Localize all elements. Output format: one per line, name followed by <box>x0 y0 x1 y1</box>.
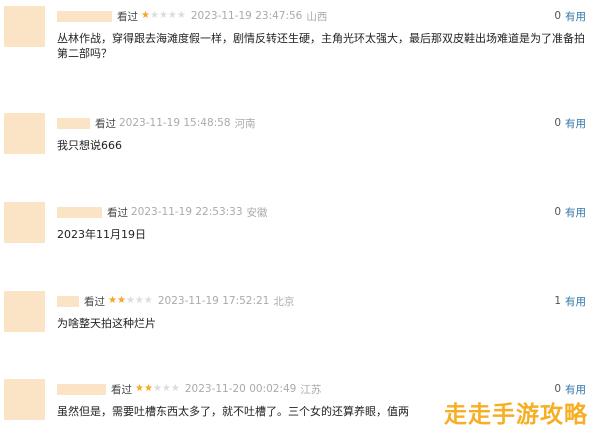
comment-location: 北京 <box>273 295 295 308</box>
useful-link[interactable]: 有用 <box>565 116 586 131</box>
comment-text: 2023年11月19日 <box>57 228 146 241</box>
star-icon: ★ <box>141 10 150 21</box>
star-icon: ★ <box>116 295 126 306</box>
star-icon: ★ <box>134 295 144 306</box>
star-icon: ★ <box>176 10 186 21</box>
watched-label: 看过 <box>117 10 138 23</box>
comment-text: 为啥整天拍这种烂片 <box>57 317 156 330</box>
vote-count: 0 <box>554 117 561 129</box>
vote-area: 0 有用 <box>554 205 586 219</box>
avatar[interactable] <box>4 113 45 154</box>
avatar[interactable] <box>4 202 45 243</box>
watermark-logo: 走走手游攻略 <box>444 402 588 428</box>
comment-location: 江苏 <box>300 383 322 396</box>
avatar[interactable] <box>4 291 45 332</box>
comment-location: 安徽 <box>246 206 268 219</box>
watched-label: 看过 <box>95 117 116 130</box>
comment-location: 山西 <box>306 10 328 23</box>
star-icon: ★ <box>158 10 168 21</box>
star-icon: ★ <box>149 10 159 21</box>
comment-time: 2023-11-19 23:47:56 <box>190 10 303 22</box>
comment-location: 河南 <box>234 117 256 130</box>
username[interactable] <box>57 117 90 129</box>
watched-label: 看过 <box>84 295 105 308</box>
vote-count: 0 <box>554 206 561 218</box>
star-icon: ★ <box>167 10 177 21</box>
comment-meta: 看过 ★ ★ ★ ★ ★ 2023-11-19 17:52:21 北京 <box>57 294 294 308</box>
watched-label: 看过 <box>111 383 132 396</box>
comment-text: 丛林作战，穿得跟去海滩度假一样，剧情反转还生硬，主角光环太强大，最后那双皮鞋出场… <box>57 32 585 60</box>
useful-link[interactable]: 有用 <box>565 9 586 24</box>
comment-time: 2023-11-19 17:52:21 <box>157 295 270 307</box>
vote-area: 0 有用 <box>554 116 586 130</box>
rating-stars: ★ ★ ★ ★ ★ <box>135 384 180 394</box>
comment-time: 2023-11-19 22:53:33 <box>131 206 243 218</box>
avatar[interactable] <box>4 379 45 420</box>
vote-area: 0 有用 <box>554 382 586 396</box>
avatar[interactable] <box>4 6 45 47</box>
comment-meta: 看过 2023-11-19 22:53:33 安徽 <box>57 205 268 219</box>
watched-label: 看过 <box>107 206 128 219</box>
star-icon: ★ <box>170 383 180 394</box>
star-icon: ★ <box>143 295 153 306</box>
comment-time: 2023-11-20 00:02:49 <box>184 383 297 395</box>
rating-stars: ★ ★ ★ ★ ★ <box>141 11 186 21</box>
username[interactable] <box>57 10 112 22</box>
star-icon: ★ <box>143 383 153 394</box>
vote-count: 0 <box>554 383 561 395</box>
star-icon: ★ <box>108 295 117 306</box>
star-icon: ★ <box>152 383 162 394</box>
vote-count: 0 <box>554 10 561 22</box>
vote-count: 1 <box>554 295 561 307</box>
username[interactable] <box>57 383 106 395</box>
useful-link[interactable]: 有用 <box>565 205 586 220</box>
comment-meta: 看过 2023-11-19 15:48:58 河南 <box>57 116 256 130</box>
star-icon: ★ <box>161 383 171 394</box>
rating-stars: ★ ★ ★ ★ ★ <box>108 296 153 306</box>
star-icon: ★ <box>125 295 135 306</box>
star-icon: ★ <box>135 383 144 394</box>
username[interactable] <box>57 206 102 218</box>
username[interactable] <box>57 295 79 307</box>
comment-meta: 看过 ★ ★ ★ ★ ★ 2023-11-19 23:47:56 山西 <box>57 9 327 23</box>
comment-meta: 看过 ★ ★ ★ ★ ★ 2023-11-20 00:02:49 江苏 <box>57 382 321 396</box>
vote-area: 1 有用 <box>554 294 586 308</box>
comment-text: 我只想说666 <box>57 139 122 152</box>
comment-time: 2023-11-19 15:48:58 <box>119 117 231 129</box>
vote-area: 0 有用 <box>554 9 586 23</box>
useful-link[interactable]: 有用 <box>565 294 586 309</box>
